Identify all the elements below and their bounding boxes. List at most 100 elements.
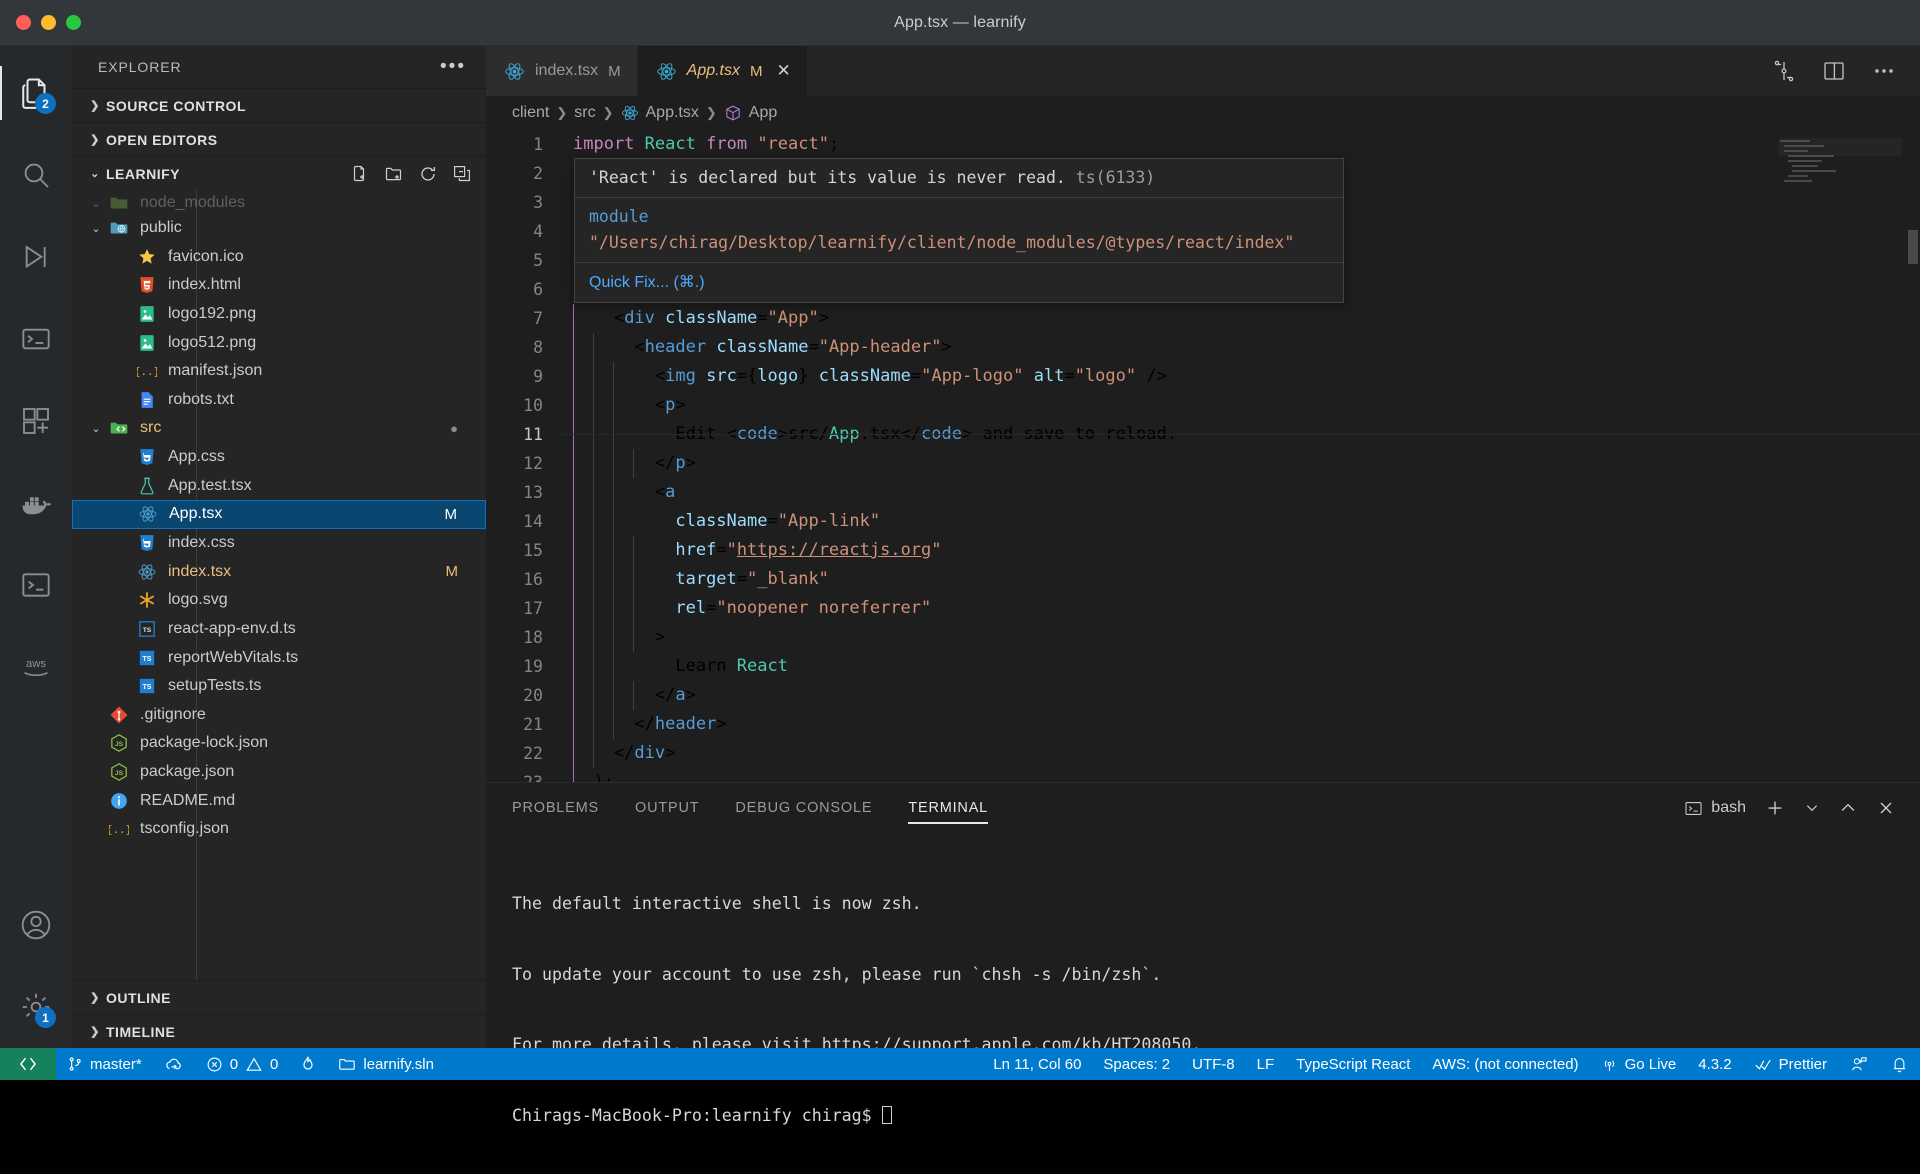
refresh-icon[interactable] — [418, 164, 438, 184]
status-notifications[interactable] — [1879, 1048, 1920, 1080]
activity-run-debug[interactable] — [0, 216, 72, 298]
breadcrumb[interactable]: client ❯ src ❯ App.tsx ❯ App — [486, 96, 1920, 130]
code-line[interactable]: 11 Edit <code>src/App.tsx</code> and sav… — [486, 420, 1920, 449]
breadcrumb-client[interactable]: client — [512, 104, 549, 122]
sidebar-section-outline[interactable]: ❯ OUTLINE — [72, 980, 486, 1014]
status-branch[interactable]: master* — [56, 1048, 153, 1080]
tree-item-app-css[interactable]: App.css — [72, 443, 486, 472]
tree-item-index-tsx[interactable]: index.tsx M — [72, 558, 486, 587]
status-go-live[interactable]: Go Live — [1590, 1048, 1688, 1080]
tree-item-setuptests-ts[interactable]: TS setupTests.ts — [72, 672, 486, 701]
code-line[interactable]: 16 target="_blank" — [486, 565, 1920, 594]
editor-tab-index[interactable]: index.tsx M — [486, 46, 638, 96]
tree-item-app-test-tsx[interactable]: App.test.tsx — [72, 471, 486, 500]
tab-debug-console[interactable]: DEBUG CONSOLE — [735, 783, 872, 833]
sidebar-section-learnify[interactable]: ⌄ LEARNIFY — [72, 156, 486, 190]
code-editor[interactable]: 1import React from "react";23function Ap… — [486, 130, 1920, 782]
status-problems[interactable]: 0 0 — [195, 1048, 290, 1080]
terminal-output[interactable]: The default interactive shell is now zsh… — [486, 833, 1920, 1174]
file-tree[interactable]: ⌄ node_modules ⌄ public favicon.ico index.htm… — [72, 190, 486, 980]
activity-extensions[interactable] — [0, 380, 72, 462]
close-panel-icon[interactable] — [1876, 798, 1896, 818]
new-file-icon[interactable] — [350, 164, 370, 184]
split-editor-down-icon[interactable] — [1772, 59, 1796, 83]
tree-item-index-html[interactable]: index.html — [72, 271, 486, 300]
status-encoding[interactable]: UTF-8 — [1181, 1048, 1246, 1080]
code-line[interactable]: 23 ); — [486, 768, 1920, 782]
status-solution[interactable]: learnify.sln — [327, 1048, 445, 1080]
code-line[interactable]: 22 </div> — [486, 739, 1920, 768]
sidebar-section-source-control[interactable]: ❯ SOURCE CONTROL — [72, 88, 486, 122]
activity-remote-explorer[interactable] — [0, 298, 72, 380]
status-prettier[interactable]: Prettier — [1743, 1048, 1838, 1080]
code-line[interactable]: 14 className="App-link" — [486, 507, 1920, 536]
quick-fix-link[interactable]: Quick Fix... (⌘.) — [589, 274, 705, 291]
status-feedback[interactable] — [1838, 1048, 1879, 1080]
tree-item-src[interactable]: ⌄ src ● — [72, 414, 486, 443]
chevron-down-icon[interactable] — [1804, 800, 1820, 816]
tree-item-public[interactable]: ⌄ public — [72, 214, 486, 243]
sidebar-section-open-editors[interactable]: ❯ OPEN EDITORS — [72, 122, 486, 156]
chevron-down-icon[interactable]: ⌄ — [86, 422, 106, 435]
maximize-window-button[interactable] — [66, 15, 81, 30]
tree-item-tsconfig-json[interactable]: {..} tsconfig.json — [72, 815, 486, 844]
hover-quickfix-row[interactable]: Quick Fix... (⌘.) — [575, 263, 1343, 302]
code-line[interactable]: 21 </header> — [486, 710, 1920, 739]
tree-item-index-css[interactable]: index.css — [72, 529, 486, 558]
maximize-panel-icon[interactable] — [1838, 798, 1858, 818]
editor-tab-app[interactable]: App.tsx M ✕ — [637, 46, 808, 96]
code-line[interactable]: 18 > — [486, 623, 1920, 652]
window-controls[interactable] — [0, 15, 81, 30]
tree-item-package-json[interactable]: JS package.json — [72, 758, 486, 787]
status-radon[interactable] — [289, 1048, 327, 1080]
tree-item-package-lock-json[interactable]: JS package-lock.json — [72, 729, 486, 758]
code-line[interactable]: 8 <header className="App-header"> — [486, 333, 1920, 362]
tree-item-readme-md[interactable]: README.md — [72, 786, 486, 815]
tree-item-app-tsx[interactable]: App.tsx M — [72, 499, 486, 529]
tree-item-node-modules[interactable]: ⌄ node_modules — [72, 192, 486, 214]
breadcrumb-src[interactable]: src — [574, 104, 595, 122]
activity-aws[interactable]: aws — [0, 626, 72, 708]
breadcrumb-file[interactable]: App.tsx — [621, 104, 699, 122]
status-indentation[interactable]: Spaces: 2 — [1092, 1048, 1181, 1080]
sidebar-section-timeline[interactable]: ❯ TIMELINE — [72, 1014, 486, 1048]
code-line[interactable]: 15 href="https://reactjs.org" — [486, 536, 1920, 565]
minimap[interactable] — [1778, 138, 1902, 200]
close-window-button[interactable] — [16, 15, 31, 30]
activity-search[interactable] — [0, 134, 72, 216]
tree-item-react-app-env-d-ts[interactable]: TS react-app-env.d.ts — [72, 615, 486, 644]
more-actions-icon[interactable] — [1872, 59, 1896, 83]
tree-item-logo512-png[interactable]: logo512.png — [72, 328, 486, 357]
collapse-all-icon[interactable] — [452, 164, 472, 184]
code-line[interactable]: 7 <div className="App"> — [486, 304, 1920, 333]
code-line[interactable]: 13 <a — [486, 478, 1920, 507]
new-terminal-icon[interactable] — [1764, 797, 1786, 819]
status-remote-button[interactable] — [0, 1048, 56, 1080]
activity-accounts[interactable] — [0, 884, 72, 966]
tab-problems[interactable]: PROBLEMS — [512, 783, 599, 833]
code-line[interactable]: 17 rel="noopener noreferrer" — [486, 594, 1920, 623]
tree-item-favicon-ico[interactable]: favicon.ico — [72, 243, 486, 272]
explorer-more-actions-icon[interactable]: ••• — [440, 57, 466, 76]
new-folder-icon[interactable] — [384, 164, 404, 184]
tab-output[interactable]: OUTPUT — [635, 783, 699, 833]
tree-item-reportwebvitals-ts[interactable]: TS reportWebVitals.ts — [72, 643, 486, 672]
tree-item--gitignore[interactable]: .gitignore — [72, 701, 486, 730]
activity-settings[interactable]: 1 — [0, 966, 72, 1048]
status-aws[interactable]: AWS: (not connected) — [1421, 1048, 1589, 1080]
activity-docker[interactable] — [0, 462, 72, 544]
close-icon[interactable]: ✕ — [777, 61, 791, 81]
diagnostic-hover-widget[interactable]: 'React' is declared but its value is nev… — [574, 158, 1344, 303]
activity-explorer[interactable]: 2 — [0, 52, 72, 134]
tree-item-logo-svg[interactable]: logo.svg — [72, 586, 486, 615]
status-cursor-position[interactable]: Ln 11, Col 60 — [982, 1048, 1092, 1080]
tree-item-manifest-json[interactable]: {..} manifest.json — [72, 357, 486, 386]
tree-item-logo192-png[interactable]: logo192.png — [72, 300, 486, 329]
activity-terminal[interactable] — [0, 544, 72, 626]
tree-item-robots-txt[interactable]: robots.txt — [72, 386, 486, 415]
chevron-down-icon[interactable]: ⌄ — [86, 222, 106, 235]
status-version[interactable]: 4.3.2 — [1687, 1048, 1742, 1080]
breadcrumb-symbol[interactable]: App — [724, 104, 777, 122]
split-editor-right-icon[interactable] — [1822, 59, 1846, 83]
minimize-window-button[interactable] — [41, 15, 56, 30]
